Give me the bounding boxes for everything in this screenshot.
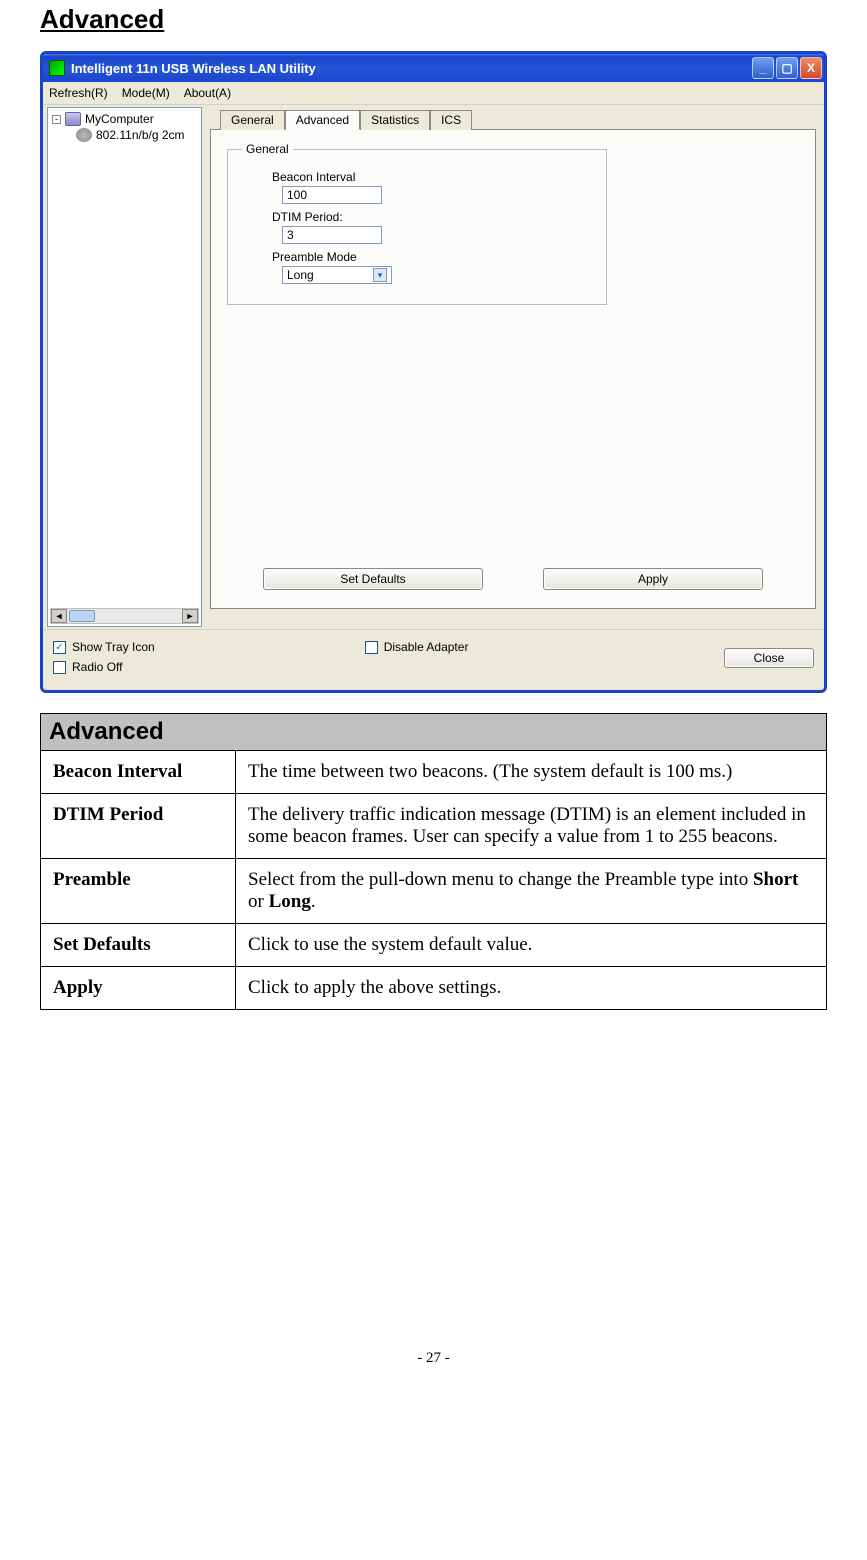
set-defaults-button[interactable]: Set Defaults (263, 568, 483, 590)
doc-table: Advanced Beacon Interval The time betwee… (40, 713, 827, 1010)
menu-mode[interactable]: Mode(M) (122, 86, 170, 100)
doc-apply-desc: Click to apply the above settings. (236, 967, 827, 1010)
doc-dtim-desc: The delivery traffic indication message … (236, 794, 827, 859)
show-tray-checkbox[interactable]: ✓ (53, 641, 66, 654)
device-tree[interactable]: - MyComputer 802.11n/b/g 2cm ◄ ► (47, 107, 202, 627)
doc-setdefaults-label: Set Defaults (41, 924, 236, 967)
preamble-mode-value: Long (287, 268, 314, 282)
window-close-button[interactable]: X (800, 57, 822, 79)
group-title: General (242, 142, 293, 156)
table-row: DTIM Period The delivery traffic indicat… (41, 794, 827, 859)
doc-setdefaults-desc: Click to use the system default value. (236, 924, 827, 967)
doc-preamble-desc: Select from the pull-down menu to change… (236, 859, 827, 924)
bottom-bar: ✓ Show Tray Icon Radio Off Disable Adapt… (43, 629, 824, 690)
menu-about[interactable]: About(A) (184, 86, 231, 100)
beacon-interval-input[interactable] (282, 186, 382, 204)
disable-adapter-checkbox[interactable] (365, 641, 378, 654)
preamble-mode-select[interactable]: Long ▾ (282, 266, 392, 284)
tree-scrollbar[interactable]: ◄ ► (50, 608, 199, 624)
titlebar: Intelligent 11n USB Wireless LAN Utility… (43, 54, 824, 82)
tab-ics[interactable]: ICS (430, 110, 472, 130)
doc-section-heading: Advanced (41, 714, 827, 751)
doc-dtim-label: DTIM Period (41, 794, 236, 859)
tabpanel-advanced: General Beacon Interval DTIM Period: Pre… (210, 129, 816, 609)
tabstrip: General Advanced Statistics ICS (220, 109, 816, 129)
show-tray-label: Show Tray Icon (72, 640, 155, 654)
collapse-icon[interactable]: - (52, 115, 61, 124)
radio-off-checkbox[interactable] (53, 661, 66, 674)
close-button[interactable]: Close (724, 648, 814, 668)
window-title: Intelligent 11n USB Wireless LAN Utility (71, 61, 316, 76)
doc-beacon-label: Beacon Interval (41, 751, 236, 794)
maximize-button[interactable]: ▢ (776, 57, 798, 79)
table-row: Set Defaults Click to use the system def… (41, 924, 827, 967)
app-icon (49, 60, 65, 76)
disable-adapter-label: Disable Adapter (384, 640, 469, 654)
general-group: General Beacon Interval DTIM Period: Pre… (227, 142, 607, 305)
computer-icon (65, 112, 81, 126)
tab-general[interactable]: General (220, 110, 285, 130)
menu-refresh[interactable]: Refresh(R) (49, 86, 108, 100)
tree-root-label[interactable]: MyComputer (85, 112, 154, 126)
doc-beacon-desc: The time between two beacons. (The syste… (236, 751, 827, 794)
app-window: Intelligent 11n USB Wireless LAN Utility… (40, 51, 827, 693)
page-number: - 27 - (40, 1350, 827, 1367)
adapter-icon (76, 128, 92, 142)
dtim-period-label: DTIM Period: (272, 210, 592, 224)
preamble-mode-label: Preamble Mode (272, 250, 592, 264)
radio-off-label: Radio Off (72, 660, 122, 674)
dtim-period-input[interactable] (282, 226, 382, 244)
tab-advanced[interactable]: Advanced (285, 110, 360, 130)
chevron-down-icon[interactable]: ▾ (373, 268, 387, 282)
apply-button[interactable]: Apply (543, 568, 763, 590)
tree-child-label[interactable]: 802.11n/b/g 2cm (96, 128, 185, 142)
table-row: Beacon Interval The time between two bea… (41, 751, 827, 794)
scroll-right-icon[interactable]: ► (182, 609, 198, 623)
scroll-left-icon[interactable]: ◄ (51, 609, 67, 623)
beacon-interval-label: Beacon Interval (272, 170, 592, 184)
page-heading: Advanced (40, 4, 827, 35)
scroll-thumb[interactable] (69, 610, 95, 622)
doc-apply-label: Apply (41, 967, 236, 1010)
doc-preamble-label: Preamble (41, 859, 236, 924)
table-row: Preamble Select from the pull-down menu … (41, 859, 827, 924)
table-row: Apply Click to apply the above settings. (41, 967, 827, 1010)
tab-statistics[interactable]: Statistics (360, 110, 430, 130)
menubar: Refresh(R) Mode(M) About(A) (43, 82, 824, 105)
minimize-button[interactable]: _ (752, 57, 774, 79)
